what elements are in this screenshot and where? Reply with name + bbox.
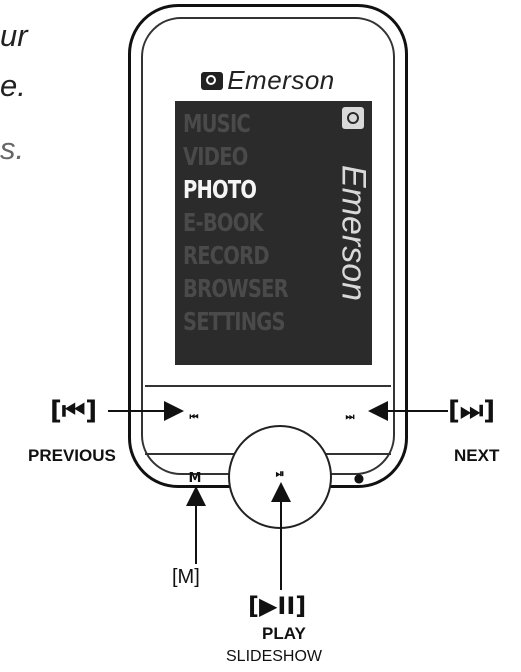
m-callout-label: [M] bbox=[172, 566, 200, 588]
callout-arrows bbox=[108, 401, 448, 590]
play-callout-label: PLAY bbox=[262, 624, 306, 643]
next-callout-symbol: [⏭] bbox=[448, 396, 496, 426]
play-callout-sublabel: SLIDESHOW bbox=[226, 648, 323, 665]
previous-callout-label: PREVIOUS bbox=[28, 446, 116, 465]
play-callout-symbol: [▶II] bbox=[248, 592, 307, 620]
next-callout-label: NEXT bbox=[454, 446, 500, 465]
previous-callout-symbol: [⏮] bbox=[50, 396, 98, 426]
